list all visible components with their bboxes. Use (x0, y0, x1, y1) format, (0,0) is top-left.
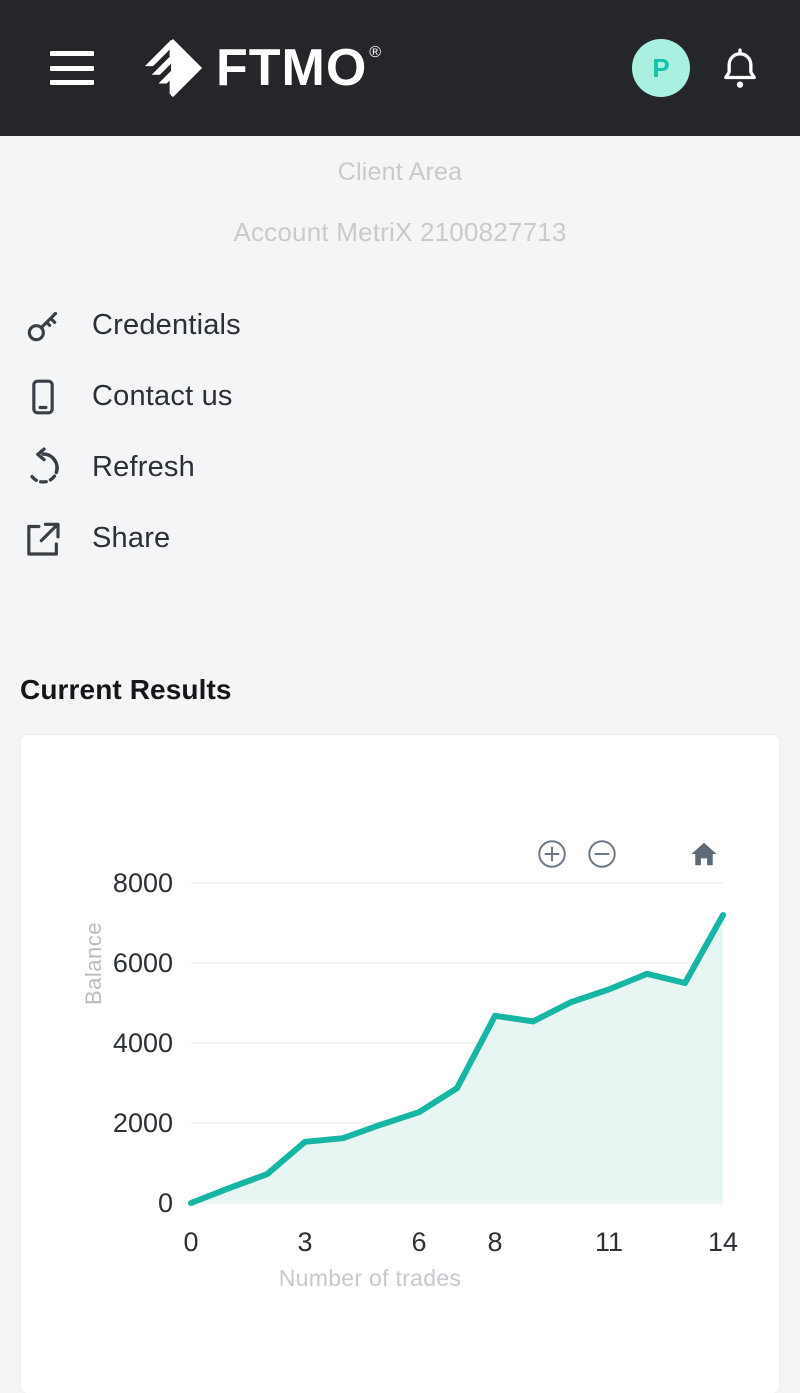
mobile-phone-icon (20, 374, 66, 420)
menu-item-share[interactable]: Share (20, 503, 800, 574)
top-navbar: FTMO ® P (0, 0, 800, 136)
ftmo-diamond-icon (142, 37, 204, 99)
y-axis-tick: 2000 (113, 1108, 173, 1138)
menu-item-label: Share (92, 522, 170, 555)
section-title: Current Results (20, 674, 800, 706)
ftmo-logo[interactable]: FTMO ® (142, 37, 381, 99)
bell-icon[interactable] (720, 46, 760, 90)
hamburger-menu-icon[interactable] (50, 51, 94, 85)
y-axis-tick: 4000 (113, 1028, 173, 1058)
key-icon (20, 303, 66, 349)
y-axis-tick: 0 (158, 1188, 173, 1218)
current-results-chart-card: 0 2000 4000 6000 8000 0 3 6 8 11 14 Balance Number… (20, 734, 780, 1393)
brand-wordmark: FTMO (216, 37, 367, 99)
balance-chart: 0 2000 4000 6000 8000 0 3 6 8 11 14 Balance Number… (21, 735, 779, 1393)
x-axis-tick: 0 (183, 1227, 198, 1257)
page-title: Client Area (0, 158, 800, 187)
y-axis-tick: 8000 (113, 868, 173, 898)
page-header: Client Area Account MetriX 2100827713 (0, 136, 800, 248)
x-axis-tick: 11 (595, 1227, 623, 1257)
refresh-icon (20, 445, 66, 491)
navbar-right-group: P (632, 39, 760, 97)
menu-item-label: Contact us (92, 380, 233, 413)
menu-item-refresh[interactable]: Refresh (20, 432, 800, 503)
x-axis-tick: 6 (411, 1227, 426, 1257)
hamburger-bar (50, 51, 94, 56)
balance-area-chart-svg: 0 2000 4000 6000 8000 0 3 6 8 11 14 (21, 735, 780, 1393)
menu-item-credentials[interactable]: Credentials (20, 290, 800, 361)
menu-item-label: Refresh (92, 451, 195, 484)
x-axis-tick: 3 (297, 1227, 312, 1257)
hamburger-bar (50, 66, 94, 71)
x-axis-tick: 8 (487, 1227, 502, 1257)
y-axis-tick: 6000 (113, 948, 173, 978)
action-menu: Credentials Contact us (0, 290, 800, 574)
account-subtitle: Account MetriX 2100827713 (0, 217, 800, 248)
menu-item-contact-us[interactable]: Contact us (20, 361, 800, 432)
x-axis-label: Number of trades (21, 1265, 779, 1292)
registered-mark: ® (369, 45, 381, 61)
share-icon (20, 516, 66, 562)
hamburger-bar (50, 80, 94, 85)
x-axis-tick: 14 (708, 1227, 738, 1257)
menu-item-label: Credentials (92, 309, 241, 342)
client-area-page: FTMO ® P Client Area Account MetriX 2100… (0, 0, 800, 1393)
avatar[interactable]: P (632, 39, 690, 97)
y-axis-label: Balance (81, 922, 107, 1005)
